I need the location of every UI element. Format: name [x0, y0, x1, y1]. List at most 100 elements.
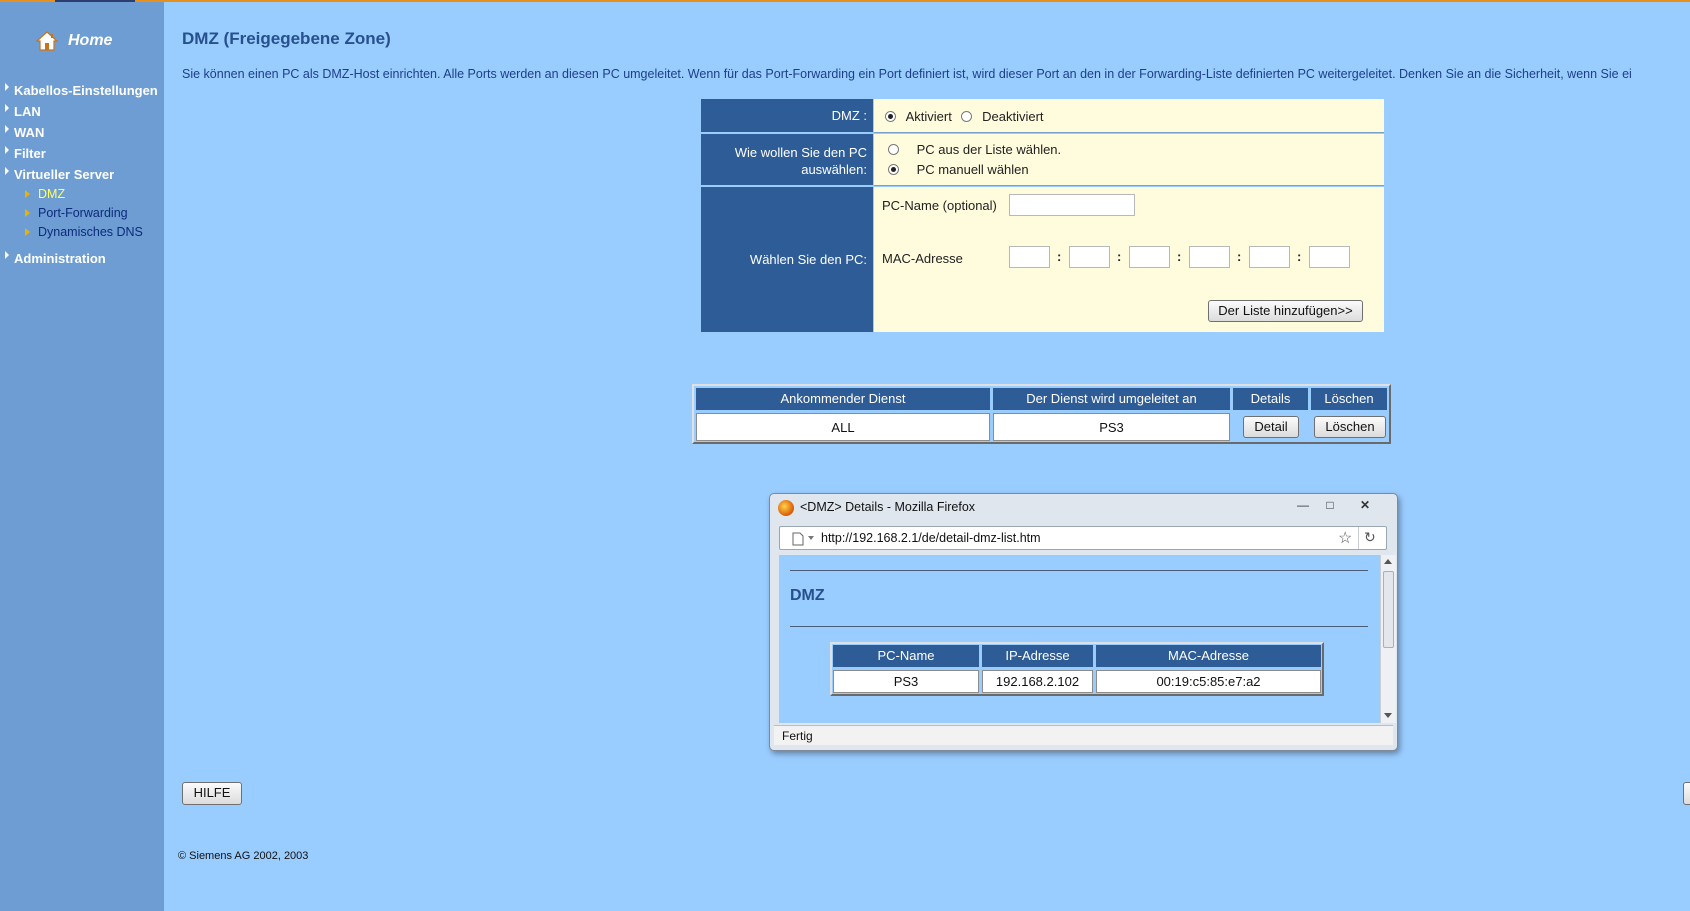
pc-select-label: Wie wollen Sie den PC auswählen: — [701, 134, 873, 185]
dmz-list-table: Ankommender Dienst Der Dienst wird umgel… — [692, 384, 1391, 444]
bullet-icon — [25, 209, 30, 217]
mac-octet-6-input[interactable] — [1309, 246, 1350, 268]
dmz-settings-panel: DMZ : Aktiviert Deaktiviert Wie wollen S… — [701, 99, 1384, 332]
mac-octet-5-input[interactable] — [1249, 246, 1290, 268]
pc-from-list-radio[interactable] — [888, 144, 899, 155]
add-to-list-button[interactable]: Der Liste hinzufügen>> — [1208, 300, 1363, 322]
sidebar-subitem-label: Dynamisches DNS — [38, 225, 143, 239]
popup-title: <DMZ> Details - Mozilla Firefox — [800, 500, 976, 514]
dropdown-icon[interactable] — [808, 536, 814, 540]
sidebar-item-administration[interactable]: Administration — [0, 248, 164, 269]
col-header-target: Der Dienst wird umgeleitet an — [993, 388, 1230, 410]
popup-table: PC-Name IP-Adresse MAC-Adresse PS3 192.1… — [830, 642, 1324, 696]
pc-manual-label: PC manuell wählen — [916, 162, 1029, 177]
popup-col-pcname: PC-Name — [833, 645, 979, 667]
sidebar-item-wan[interactable]: WAN — [0, 122, 164, 143]
popup-scrollbar[interactable] — [1380, 555, 1396, 723]
mac-octet-4-input[interactable] — [1189, 246, 1230, 268]
mac-separator: : — [1057, 249, 1062, 264]
sidebar-subitem-dmz[interactable]: DMZ — [0, 185, 164, 204]
scroll-up-icon[interactable] — [1384, 559, 1392, 564]
popup-url: http://192.168.2.1/de/detail-dmz-list.ht… — [821, 531, 1041, 545]
col-header-delete: Löschen — [1311, 388, 1387, 410]
urlbar-divider — [1358, 527, 1359, 549]
home-label: Home — [68, 32, 113, 49]
divider-bottom — [790, 626, 1368, 627]
reload-icon[interactable]: ↻ — [1364, 529, 1376, 546]
delete-button[interactable]: Löschen — [1314, 416, 1386, 438]
popup-heading: DMZ — [790, 587, 825, 604]
row-divider — [874, 132, 1384, 133]
scroll-down-icon[interactable] — [1384, 713, 1392, 718]
sidebar-nav: Kabellos-Einstellungen LAN WAN Filter Vi… — [0, 80, 164, 269]
pc-manual-radio[interactable] — [888, 164, 899, 175]
row-divider — [874, 185, 1384, 186]
divider-top — [790, 570, 1368, 571]
page-title: DMZ (Freigegebene Zone) — [182, 29, 391, 48]
dmz-enabled-radio[interactable] — [885, 111, 896, 122]
popup-content: DMZ PC-Name IP-Adresse MAC-Adresse PS3 1… — [779, 555, 1380, 723]
mac-separator: : — [1237, 249, 1242, 264]
sidebar-item-virtueller-server[interactable]: Virtueller Server — [0, 164, 164, 185]
scroll-thumb[interactable] — [1383, 571, 1394, 648]
sidebar-item-kabellos[interactable]: Kabellos-Einstellungen — [0, 80, 164, 101]
sidebar-item-filter[interactable]: Filter — [0, 143, 164, 164]
mac-separator: : — [1117, 249, 1122, 264]
mac-octet-1-input[interactable] — [1009, 246, 1050, 268]
address-bar[interactable]: http://192.168.2.1/de/detail-dmz-list.ht… — [779, 526, 1387, 550]
star-icon[interactable]: ☆ — [1338, 528, 1352, 548]
pc-select-label-line1: Wie wollen Sie den PC — [734, 145, 867, 160]
sidebar-item-lan[interactable]: LAN — [0, 101, 164, 122]
dmz-label: DMZ : — [701, 99, 873, 132]
close-icon[interactable]: ✕ — [1352, 497, 1378, 513]
right-edge-button[interactable] — [1683, 782, 1690, 805]
sidebar-item-label: Filter — [14, 146, 46, 161]
sidebar-subitem-port-forwarding[interactable]: Port-Forwarding — [0, 204, 164, 223]
sidebar-item-label: LAN — [14, 104, 41, 119]
sidebar-item-label: Kabellos-Einstellungen — [14, 83, 158, 98]
col-header-incoming: Ankommender Dienst — [696, 388, 990, 410]
popup-cell-pcname: PS3 — [833, 670, 979, 693]
popup-cell-ip: 192.168.2.102 — [982, 670, 1093, 693]
sidebar-subitem-label: Port-Forwarding — [38, 206, 128, 220]
pcname-label: PC-Name (optional) — [882, 198, 997, 213]
dmz-toggle-cell: Aktiviert Deaktiviert — [874, 99, 1384, 132]
mac-separator: : — [1297, 249, 1302, 264]
mac-separator: : — [1177, 249, 1182, 264]
page-icon — [792, 532, 804, 546]
pc-choose-cell: PC-Name (optional) MAC-Adresse : : : : :… — [874, 187, 1384, 332]
popup-col-ip: IP-Adresse — [982, 645, 1093, 667]
pc-from-list-label: PC aus der Liste wählen. — [916, 142, 1062, 157]
home-icon — [36, 31, 58, 51]
dmz-enabled-label: Aktiviert — [905, 109, 952, 124]
arrow-icon — [5, 251, 9, 259]
maximize-icon[interactable]: □ — [1317, 497, 1343, 513]
help-button[interactable]: HILFE — [182, 782, 242, 805]
detail-button[interactable]: Detail — [1243, 416, 1299, 438]
mac-label: MAC-Adresse — [882, 251, 963, 266]
top-accent-line — [0, 0, 1690, 2]
sidebar-item-label: Administration — [14, 251, 106, 266]
cell-target: PS3 — [993, 413, 1230, 441]
pc-select-cell: PC aus der Liste wählen. PC manuell wähl… — [874, 134, 1384, 185]
sidebar-subitem-label: DMZ — [38, 187, 66, 201]
pc-choose-label: Wählen Sie den PC: — [701, 187, 873, 332]
pcname-input[interactable] — [1009, 194, 1135, 216]
arrow-icon — [5, 125, 9, 133]
bullet-icon — [25, 190, 30, 198]
arrow-icon — [5, 146, 9, 154]
arrow-icon — [5, 104, 9, 112]
mac-octet-2-input[interactable] — [1069, 246, 1110, 268]
details-popup-window: <DMZ> Details - Mozilla Firefox — □ ✕ ht… — [769, 493, 1398, 751]
sidebar-item-label: Virtueller Server — [14, 167, 115, 182]
cell-delete: Löschen — [1311, 413, 1387, 441]
cell-service: ALL — [696, 413, 990, 441]
home-link[interactable]: Home — [36, 28, 112, 54]
pc-select-label-line2: auswählen: — [801, 162, 867, 177]
dmz-disabled-radio[interactable] — [961, 111, 973, 122]
mac-octet-3-input[interactable] — [1129, 246, 1170, 268]
sidebar-subitem-dynamisches-dns[interactable]: Dynamisches DNS — [0, 223, 164, 242]
firefox-icon — [778, 500, 794, 516]
pc-select-row: Wie wollen Sie den PC auswählen: PC aus … — [701, 134, 1384, 185]
minimize-icon[interactable]: — — [1290, 497, 1316, 513]
